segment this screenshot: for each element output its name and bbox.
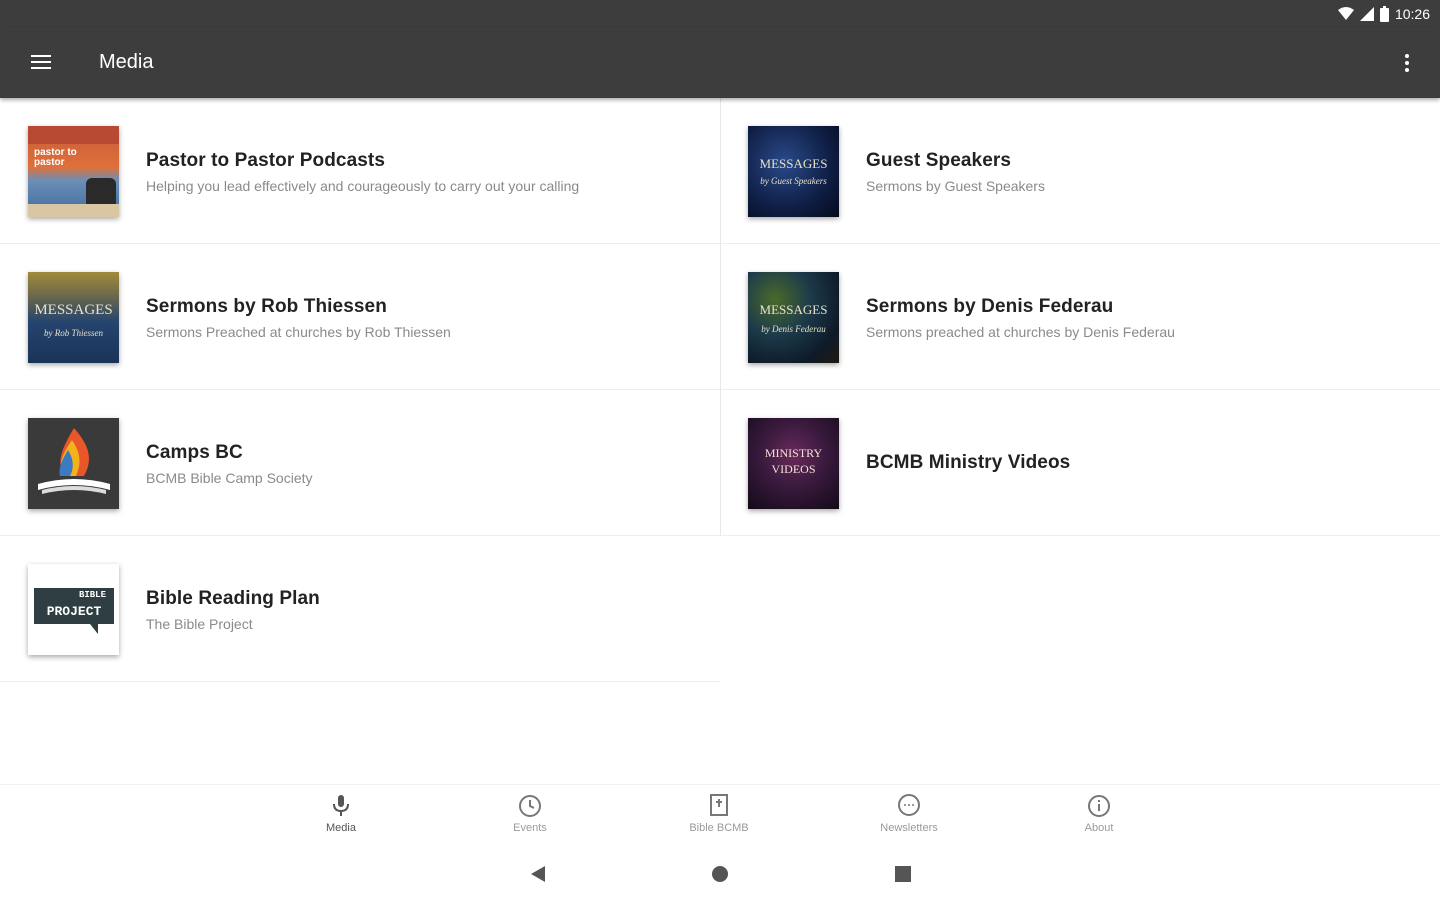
info-icon bbox=[1088, 795, 1110, 817]
menu-icon[interactable] bbox=[22, 48, 60, 78]
nav-media[interactable]: Media bbox=[286, 793, 396, 841]
thumb-subtext: VIDEOS bbox=[771, 462, 816, 476]
recents-icon[interactable] bbox=[888, 862, 918, 886]
card-subtitle: The Bible Project bbox=[146, 616, 253, 632]
media-card-guest-speakers[interactable]: MESSAGES by Guest Speakers Guest Speaker… bbox=[720, 98, 1440, 244]
clock-icon bbox=[519, 795, 541, 817]
media-card-rob-thiessen[interactable]: MESSAGES by Rob Thiessen Sermons by Rob … bbox=[0, 244, 720, 390]
thumb-text: MINISTRY bbox=[764, 446, 823, 460]
more-vert-icon[interactable] bbox=[1394, 46, 1420, 80]
nav-label: Events bbox=[513, 822, 547, 834]
card-text: Guest Speakers Sermons by Guest Speakers bbox=[866, 150, 1426, 194]
card-title: Sermons by Denis Federau bbox=[866, 296, 1114, 317]
card-title: BCMB Ministry Videos bbox=[866, 452, 1071, 473]
nav-bible[interactable]: Bible BCMB bbox=[664, 793, 774, 841]
flame-logo-icon bbox=[38, 428, 110, 494]
rob-thiessen-thumbnail: MESSAGES by Rob Thiessen bbox=[28, 272, 119, 363]
denis-federau-thumbnail: MESSAGES by Denis Federau bbox=[748, 272, 839, 363]
nav-label: Media bbox=[326, 822, 356, 834]
ministry-videos-thumbnail: MINISTRY VIDEOS bbox=[748, 418, 839, 509]
media-card-ministry-videos[interactable]: MINISTRY VIDEOS BCMB Ministry Videos bbox=[720, 390, 1440, 536]
card-title: Pastor to Pastor Podcasts bbox=[146, 150, 386, 171]
signal-icon bbox=[1359, 7, 1374, 21]
nav-label: Bible BCMB bbox=[689, 822, 749, 834]
app-bar: Media bbox=[0, 28, 1440, 98]
thumb-subtext: by Rob Thiessen bbox=[44, 328, 103, 338]
card-subtitle: Sermons Preached at churches by Rob Thie… bbox=[146, 324, 451, 340]
thumb-text: MESSAGES bbox=[759, 156, 828, 171]
pastor-to-pastor-thumbnail: pastor to pastor bbox=[28, 126, 119, 217]
card-subtitle: Sermons by Guest Speakers bbox=[866, 178, 1045, 194]
card-subtitle: BCMB Bible Camp Society bbox=[146, 470, 313, 486]
card-title: Camps BC bbox=[146, 442, 243, 463]
card-text: Sermons by Rob Thiessen Sermons Preached… bbox=[146, 296, 706, 340]
nav-about[interactable]: About bbox=[1044, 793, 1154, 841]
nav-label: About bbox=[1084, 822, 1114, 834]
camps-bc-thumbnail bbox=[28, 418, 119, 509]
bible-icon bbox=[710, 794, 728, 816]
card-text: Bible Reading Plan The Bible Project bbox=[146, 588, 706, 632]
guest-speakers-thumbnail: MESSAGES by Guest Speakers bbox=[748, 126, 839, 217]
chat-icon bbox=[898, 794, 920, 816]
system-nav-bar bbox=[0, 850, 1440, 900]
bottom-nav: Media Events Bible BCMB Newsletters Abou… bbox=[0, 784, 1440, 844]
thumb-text: pastor to pastor bbox=[34, 147, 77, 168]
card-text: BCMB Ministry Videos bbox=[866, 452, 1426, 474]
card-subtitle: Helping you lead effectively and courage… bbox=[146, 178, 580, 194]
media-card-bible-reading-plan[interactable]: BIBLE PROJECT Bible Reading Plan The Bib… bbox=[0, 536, 720, 682]
media-card-pastor-to-pastor[interactable]: pastor to pastor Pastor to Pastor Podcas… bbox=[0, 98, 720, 244]
nav-events[interactable]: Events bbox=[475, 793, 585, 841]
bible-project-thumbnail: BIBLE PROJECT bbox=[28, 564, 119, 655]
nav-newsletters[interactable]: Newsletters bbox=[854, 793, 964, 841]
card-title: Guest Speakers bbox=[866, 150, 1012, 171]
card-text: Camps BC BCMB Bible Camp Society bbox=[146, 442, 706, 486]
card-title: Bible Reading Plan bbox=[146, 588, 320, 609]
microphone-icon bbox=[333, 795, 349, 816]
media-card-camps-bc[interactable]: Camps BC BCMB Bible Camp Society bbox=[0, 390, 720, 536]
back-icon[interactable] bbox=[523, 862, 553, 886]
home-icon[interactable] bbox=[705, 862, 735, 886]
status-time: 10:26 bbox=[1394, 6, 1430, 22]
card-text: Pastor to Pastor Podcasts Helping you le… bbox=[146, 150, 706, 194]
status-bar: 10:26 bbox=[0, 0, 1440, 28]
nav-label: Newsletters bbox=[880, 822, 938, 834]
card-text: Sermons by Denis Federau Sermons preache… bbox=[866, 296, 1426, 340]
thumb-text: MESSAGES bbox=[34, 302, 113, 318]
media-card-denis-federau[interactable]: MESSAGES by Denis Federau Sermons by Den… bbox=[720, 244, 1440, 390]
page-title: Media bbox=[99, 51, 154, 73]
thumb-subtext: by Guest Speakers bbox=[760, 176, 827, 186]
status-icons: 10:26 bbox=[1337, 5, 1430, 23]
thumb-subtext: PROJECT bbox=[46, 604, 102, 619]
card-title: Sermons by Rob Thiessen bbox=[146, 296, 387, 317]
thumb-text: BIBLE bbox=[78, 590, 106, 600]
thumb-text: MESSAGES bbox=[759, 302, 828, 317]
battery-icon bbox=[1379, 6, 1389, 22]
card-subtitle: Sermons preached at churches by Denis Fe… bbox=[866, 324, 1175, 340]
thumb-subtext: by Denis Federau bbox=[761, 324, 826, 334]
wifi-icon bbox=[1337, 7, 1354, 20]
